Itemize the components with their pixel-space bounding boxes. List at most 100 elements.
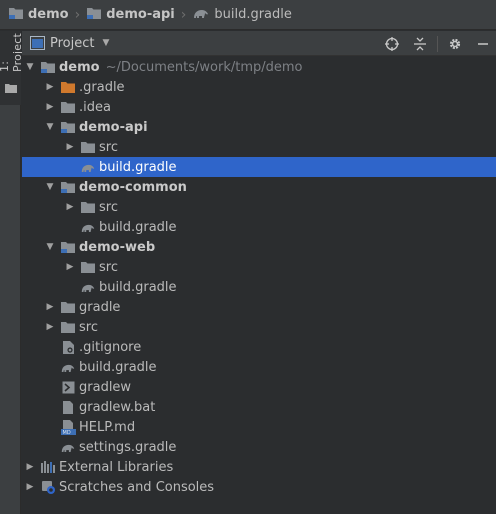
tree-node[interactable]: ▶ gradle [22, 297, 496, 317]
module-folder-icon [86, 6, 102, 24]
tree-node-label: demo-web [79, 239, 156, 255]
tree-node[interactable]: ▶ Scratches and Consoles [22, 477, 496, 497]
panel-title[interactable]: Project [50, 36, 94, 51]
tree-node[interactable]: gradlew.bat [22, 397, 496, 417]
project-tool-window-button[interactable]: 1: Project [0, 31, 24, 105]
toolbar-divider [437, 35, 438, 52]
tree-node[interactable]: build.gradle [22, 357, 496, 377]
module-folder-icon [60, 179, 76, 195]
locate-target-icon[interactable] [381, 33, 403, 55]
text-file-icon [60, 399, 76, 415]
libraries-icon [40, 459, 56, 475]
tree-node[interactable]: ▼ demo-web [22, 237, 496, 257]
tree-node[interactable]: ▶ src [22, 197, 496, 217]
tree-node-path: ~/Documents/work/tmp/demo [105, 59, 303, 75]
tree-node-label: .gitignore [79, 339, 142, 355]
breadcrumb-item-demo-api[interactable]: demo-api [86, 0, 175, 30]
folder-icon [60, 319, 76, 335]
chevron-down-icon[interactable]: ▼ [44, 177, 56, 197]
breadcrumb-label: demo-api [106, 7, 175, 22]
tree-node[interactable]: ▼ demo-api [22, 117, 496, 137]
gradle-elephant-icon [60, 439, 76, 455]
tree-node-label: src [99, 199, 118, 215]
breadcrumb-item-demo[interactable]: demo [8, 0, 69, 30]
tree-node[interactable]: ▶ External Libraries [22, 457, 496, 477]
gradle-elephant-icon [60, 359, 76, 375]
tree-node[interactable]: ▶ .gradle [22, 77, 496, 97]
navigation-breadcrumb: demo › demo-api › build.gradle [0, 0, 496, 30]
terminal-file-icon [60, 379, 76, 395]
folder-orange-icon [60, 79, 76, 95]
stripe-tab-label: 1: Project [0, 32, 24, 72]
chevron-right-icon[interactable]: ▶ [44, 97, 56, 117]
breadcrumb-label: build.gradle [214, 7, 292, 22]
tree-node-label: build.gradle [99, 219, 177, 235]
chevron-down-icon[interactable]: ▼ [44, 237, 56, 257]
project-panel-header: Project ▼ [22, 31, 496, 56]
gear-icon[interactable] [444, 33, 466, 55]
scratches-icon [40, 479, 56, 495]
breadcrumb-label: demo [28, 7, 69, 22]
chevron-right-icon[interactable]: ▶ [24, 457, 36, 477]
chevron-right-icon[interactable]: ▶ [24, 477, 36, 497]
tree-node-label: settings.gradle [79, 439, 177, 455]
svg-text:MD: MD [62, 430, 70, 435]
tree-node-label: HELP.md [79, 419, 136, 435]
gradle-elephant-icon [80, 279, 96, 295]
tree-node-label: demo-common [79, 179, 187, 195]
module-folder-icon [8, 6, 24, 24]
module-folder-icon [60, 239, 76, 255]
tree-node-label: gradlew.bat [79, 399, 156, 415]
tree-node[interactable]: ▶ .idea [22, 97, 496, 117]
breadcrumb-separator: › [74, 6, 81, 23]
tree-node-label: External Libraries [59, 459, 174, 475]
folder-icon [80, 199, 96, 215]
tree-node[interactable]: ▼ demo ~/Documents/work/tmp/demo [22, 57, 496, 77]
folder-icon [80, 259, 96, 275]
tree-node-label: src [99, 259, 118, 275]
chevron-right-icon[interactable]: ▶ [64, 137, 76, 157]
tree-node[interactable]: ▶ src [22, 317, 496, 337]
tree-node[interactable]: ▶ src [22, 257, 496, 277]
tree-node[interactable]: .gitignore [22, 337, 496, 357]
collapse-all-icon[interactable] [409, 33, 431, 55]
chevron-down-icon[interactable]: ▼ [44, 117, 56, 137]
tree-node-label: build.gradle [99, 279, 177, 295]
tree-node-label: demo [59, 59, 100, 75]
tree-node-label: src [79, 319, 98, 335]
tree-node-label: demo-api [79, 119, 148, 135]
tree-node[interactable]: ▼ demo-common [22, 177, 496, 197]
folder-icon [60, 99, 76, 115]
chevron-right-icon[interactable]: ▶ [64, 197, 76, 217]
project-view-icon [30, 36, 45, 54]
tree-node[interactable]: gradlew [22, 377, 496, 397]
tree-node[interactable]: build.gradle [22, 217, 496, 237]
tree-node[interactable]: build.gradle [22, 157, 496, 177]
tree-node-label: .idea [79, 99, 111, 115]
breadcrumb-item-build-gradle[interactable]: build.gradle [192, 0, 292, 30]
tree-node-label: gradle [79, 299, 121, 315]
chevron-down-icon[interactable]: ▼ [102, 38, 109, 48]
tree-node[interactable]: settings.gradle [22, 437, 496, 457]
hide-minus-icon[interactable] [472, 33, 494, 55]
folder-icon [80, 139, 96, 155]
chevron-right-icon[interactable]: ▶ [44, 77, 56, 97]
folder-icon [60, 299, 76, 315]
chevron-right-icon[interactable]: ▶ [44, 297, 56, 317]
gitignore-file-icon [60, 339, 76, 355]
tree-node[interactable]: MD HELP.md [22, 417, 496, 437]
tree-node-label: .gradle [79, 79, 125, 95]
chevron-right-icon[interactable]: ▶ [44, 317, 56, 337]
chevron-right-icon[interactable]: ▶ [64, 257, 76, 277]
chevron-down-icon[interactable]: ▼ [24, 57, 36, 77]
tree-node[interactable]: ▶ src [22, 137, 496, 157]
tree-node[interactable]: build.gradle [22, 277, 496, 297]
